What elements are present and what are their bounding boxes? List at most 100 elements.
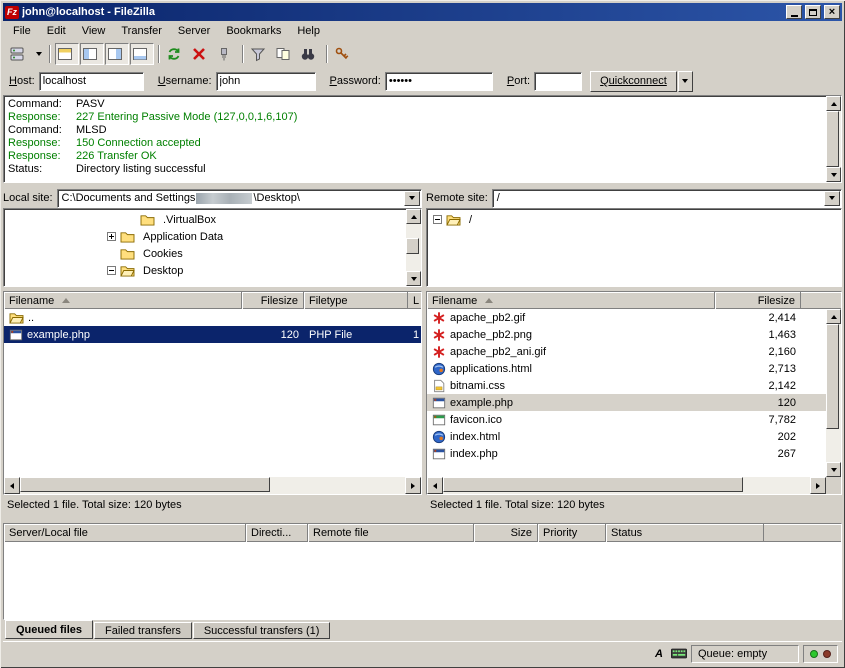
collapse-minus-icon[interactable]: [107, 266, 116, 275]
scroll-down-button[interactable]: [826, 462, 841, 477]
menu-help[interactable]: Help: [289, 22, 328, 40]
tree-item-root[interactable]: /: [433, 211, 841, 228]
file-row-parent-dir[interactable]: ..: [4, 309, 421, 326]
local-path-dropdown-button[interactable]: [404, 191, 420, 206]
file-row[interactable]: bitnami.css 2,142: [427, 377, 826, 394]
scroll-right-button[interactable]: [810, 477, 826, 494]
scroll-track[interactable]: [826, 324, 841, 462]
file-row[interactable]: index.html 202: [427, 428, 826, 445]
scroll-thumb[interactable]: [443, 477, 743, 492]
scroll-track[interactable]: [826, 111, 841, 167]
menu-file[interactable]: File: [5, 22, 39, 40]
column-header-status[interactable]: Status: [606, 524, 764, 542]
scroll-down-button[interactable]: [406, 271, 421, 286]
scroll-thumb[interactable]: [20, 477, 270, 492]
remote-path-combobox[interactable]: /: [492, 189, 842, 208]
column-header-filesize[interactable]: Filesize: [715, 292, 801, 309]
file-row[interactable]: applications.html 2,713: [427, 360, 826, 377]
file-row-example-php-selected[interactable]: example.php 120: [427, 394, 826, 411]
scroll-up-button[interactable]: [406, 209, 421, 224]
log-scrollbar[interactable]: [826, 96, 841, 182]
column-header-filename[interactable]: Filename: [4, 292, 242, 309]
password-input[interactable]: [385, 72, 493, 91]
remote-path-dropdown-button[interactable]: [824, 191, 840, 206]
menu-bookmarks[interactable]: Bookmarks: [218, 22, 289, 40]
host-input[interactable]: [39, 72, 144, 91]
menu-server[interactable]: Server: [170, 22, 218, 40]
scroll-right-button[interactable]: [405, 477, 421, 494]
scroll-thumb[interactable]: [826, 324, 839, 429]
toggle-queue-button[interactable]: [130, 43, 154, 65]
column-header-filesize[interactable]: Filesize: [242, 292, 304, 309]
local-path-combobox[interactable]: C:\Documents and Settings\Desktop\: [57, 189, 422, 208]
file-row[interactable]: apache_pb2.png 1,463: [427, 326, 826, 343]
tab-successful-transfers[interactable]: Successful transfers (1): [193, 622, 331, 639]
remote-list-hscrollbar[interactable]: [427, 477, 826, 494]
file-row[interactable]: index.php 267: [427, 445, 826, 462]
tree-item-application-data[interactable]: Application Data: [107, 228, 406, 245]
remote-site-row: Remote site: /: [426, 188, 842, 208]
compare-directories-button[interactable]: [273, 43, 297, 65]
horizontal-splitter[interactable]: [3, 515, 842, 523]
site-manager-button[interactable]: [7, 43, 31, 65]
scroll-up-button[interactable]: [826, 96, 841, 111]
menu-transfer[interactable]: Transfer: [113, 22, 170, 40]
transfer-type-icon[interactable]: A: [651, 648, 667, 660]
find-files-button[interactable]: [298, 43, 322, 65]
scroll-track[interactable]: [406, 224, 421, 271]
column-header-priority[interactable]: Priority: [538, 524, 606, 542]
site-keys-button[interactable]: [332, 43, 356, 65]
file-row[interactable]: favicon.ico 7,782: [427, 411, 826, 428]
column-header-remote-file[interactable]: Remote file: [308, 524, 474, 542]
tab-queued-files[interactable]: Queued files: [5, 620, 93, 639]
column-header-size[interactable]: Size: [474, 524, 538, 542]
menu-view[interactable]: View: [74, 22, 114, 40]
minimize-button[interactable]: [786, 5, 802, 19]
column-header-lastmodified[interactable]: L: [408, 292, 421, 309]
menu-edit[interactable]: Edit: [39, 22, 74, 40]
column-header-server-local-file[interactable]: Server/Local file: [4, 524, 246, 542]
site-manager-dropdown-button[interactable]: [32, 43, 45, 65]
keyboard-icon[interactable]: [671, 648, 687, 659]
folder-icon: [120, 230, 135, 243]
file-row[interactable]: apache_pb2.gif 2,414: [427, 309, 826, 326]
scroll-down-button[interactable]: [826, 167, 841, 182]
remote-list-scrollbar[interactable]: [826, 309, 841, 477]
column-header-filetype[interactable]: Filetype: [304, 292, 408, 309]
toggle-message-log-button[interactable]: [55, 43, 79, 65]
expand-plus-icon[interactable]: [107, 232, 116, 241]
toggle-local-tree-button[interactable]: [80, 43, 104, 65]
tree-item-desktop[interactable]: Desktop: [107, 262, 406, 279]
scroll-left-button[interactable]: [427, 477, 443, 494]
close-button[interactable]: ×: [824, 5, 840, 19]
titlebar[interactable]: Fz john@localhost - FileZilla ×: [3, 3, 842, 21]
maximize-button[interactable]: [805, 5, 821, 19]
filter-button[interactable]: [248, 43, 272, 65]
column-header-filename[interactable]: Filename: [427, 292, 715, 309]
collapse-minus-icon[interactable]: [433, 215, 442, 224]
scroll-up-button[interactable]: [826, 309, 841, 324]
scroll-thumb[interactable]: [406, 238, 419, 254]
scroll-thumb[interactable]: [826, 111, 839, 167]
scroll-track[interactable]: [20, 477, 405, 494]
scroll-track[interactable]: [443, 477, 810, 494]
quickconnect-dropdown-button[interactable]: [678, 71, 693, 92]
cancel-transfer-button[interactable]: [189, 43, 213, 65]
quickconnect-button[interactable]: Quickconnect: [590, 71, 677, 92]
tab-failed-transfers[interactable]: Failed transfers: [94, 622, 192, 639]
username-input[interactable]: [216, 72, 316, 91]
local-site-label: Local site:: [3, 192, 53, 204]
toggle-remote-tree-button[interactable]: [105, 43, 129, 65]
local-tree-scrollbar[interactable]: [406, 209, 421, 286]
column-header-direction[interactable]: Directi...: [246, 524, 308, 542]
disconnect-button[interactable]: [214, 43, 238, 65]
scroll-left-button[interactable]: [4, 477, 20, 494]
tree-item-label: Application Data: [143, 231, 223, 243]
tree-item-virtualbox[interactable]: .VirtualBox: [140, 211, 406, 228]
file-row-example-php-selected[interactable]: example.php 120 PHP File 1: [4, 326, 421, 343]
file-row[interactable]: apache_pb2_ani.gif 2,160: [427, 343, 826, 360]
refresh-button[interactable]: [164, 43, 188, 65]
port-input[interactable]: [534, 72, 582, 91]
tree-item-cookies[interactable]: Cookies: [120, 245, 406, 262]
local-list-hscrollbar[interactable]: [4, 477, 421, 494]
